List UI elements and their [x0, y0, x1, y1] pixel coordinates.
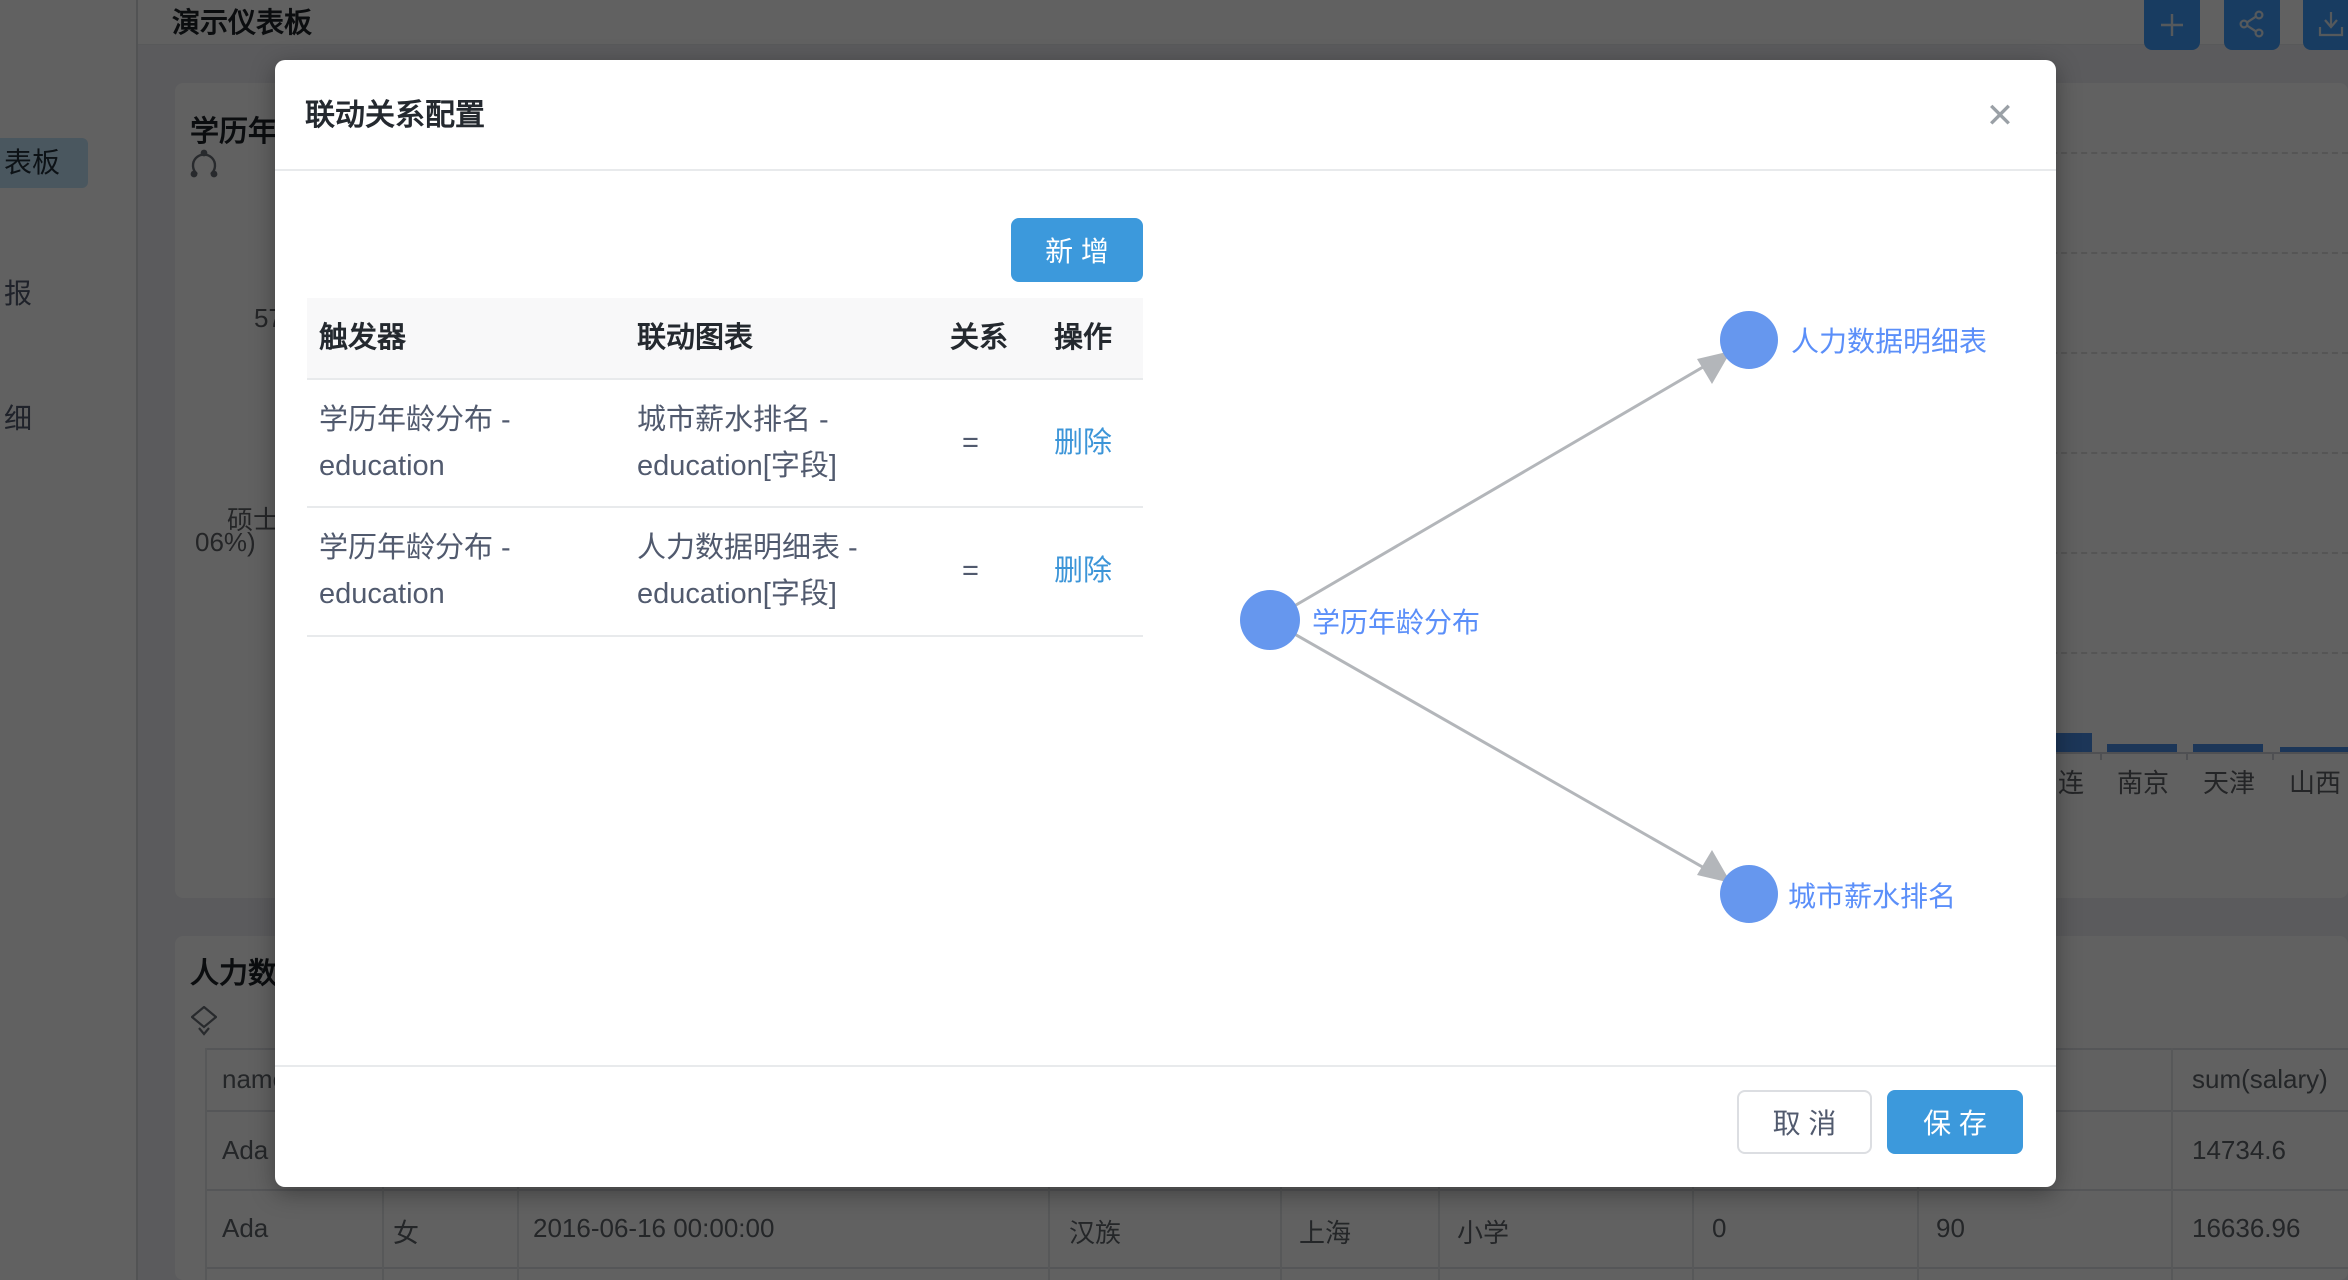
- col-header-trigger: 触发器: [319, 318, 406, 358]
- screen: 演示仪表板: [0, 0, 2348, 1280]
- col-header-action: 操作: [1054, 318, 1112, 358]
- graph-edge: [1284, 628, 1727, 881]
- linkage-graph[interactable]: 学历年龄分布 人力数据明细表 城市薪水排名: [1150, 250, 2060, 1010]
- trigger-cell-line2: education: [319, 574, 445, 614]
- relation-cell: =: [962, 551, 979, 591]
- close-icon[interactable]: ✕: [1978, 94, 2022, 138]
- delete-link[interactable]: 删除: [1054, 423, 1112, 463]
- modal-footer-divider: [275, 1065, 2056, 1067]
- linkage-config-modal: 联动关系配置 ✕ 新 增 触发器 联动图表 关系 操作 学历年龄分布 - edu…: [275, 60, 2056, 1187]
- add-linkage-button[interactable]: 新 增: [1011, 218, 1143, 282]
- graph-node-label: 人力数据明细表: [1791, 326, 1987, 357]
- graph-node-target1[interactable]: [1720, 311, 1778, 369]
- col-header-target: 联动图表: [637, 318, 753, 358]
- cancel-button[interactable]: 取 消: [1737, 1090, 1872, 1154]
- modal-title: 联动关系配置: [305, 90, 485, 134]
- trigger-cell-line1: 学历年龄分布 -: [319, 400, 511, 440]
- target-cell-line1: 人力数据明细表 -: [637, 528, 858, 568]
- graph-node-label: 学历年龄分布: [1312, 607, 1480, 638]
- graph-node-source[interactable]: [1240, 590, 1300, 650]
- modal-header-divider: [275, 169, 2056, 171]
- target-cell-line2: education[字段]: [637, 574, 837, 614]
- trigger-cell-line2: education: [319, 446, 445, 486]
- table-divider: [307, 506, 1143, 508]
- col-header-relation: 关系: [950, 318, 1008, 358]
- table-divider: [307, 378, 1143, 380]
- relation-cell: =: [962, 423, 979, 463]
- table-divider: [307, 635, 1143, 637]
- target-cell-line1: 城市薪水排名 -: [637, 400, 829, 440]
- graph-edge: [1284, 353, 1727, 612]
- graph-node-target2[interactable]: [1720, 865, 1778, 923]
- save-button[interactable]: 保 存: [1887, 1090, 2023, 1154]
- trigger-cell-line1: 学历年龄分布 -: [319, 528, 511, 568]
- graph-node-label: 城市薪水排名: [1788, 881, 1956, 912]
- target-cell-line2: education[字段]: [637, 446, 837, 486]
- delete-link[interactable]: 删除: [1054, 551, 1112, 591]
